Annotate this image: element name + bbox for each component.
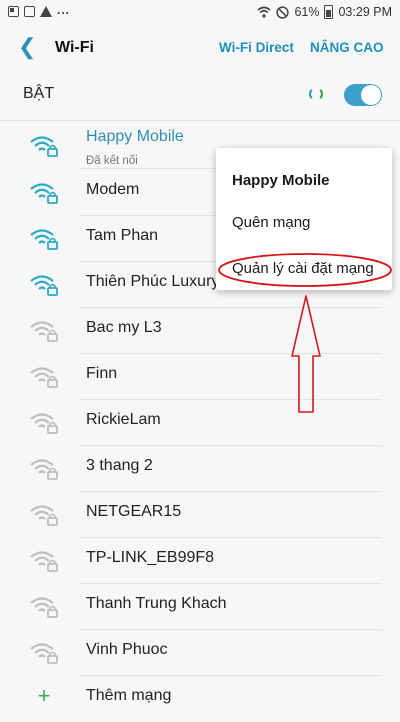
network-name: NETGEAR15 [86, 503, 182, 520]
action-bar: ❮ Wi-Fi Wi-Fi Direct NÂNG CAO [0, 28, 400, 68]
wifi-lock-icon [29, 319, 59, 343]
wifi-lock-icon [29, 227, 59, 251]
status-left-icons: ... [8, 3, 71, 17]
network-name: TP-LINK_EB99F8 [86, 549, 215, 566]
network-name: 3 thang 2 [86, 457, 153, 474]
switch-knob [361, 85, 381, 105]
wifi-switch[interactable] [344, 84, 382, 106]
network-row[interactable]: 3 thang 2 [0, 446, 400, 492]
network-name: Thiên Phúc Luxury [86, 273, 220, 290]
network-name: Happy Mobile [86, 128, 184, 145]
network-name: RickieLam [86, 411, 161, 428]
more-notifications: ... [57, 3, 71, 17]
wifi-lock-icon [29, 641, 59, 665]
network-name: Finn [86, 365, 118, 382]
context-menu-title: Happy Mobile [232, 172, 330, 189]
page-title: Wi-Fi [55, 39, 94, 56]
status-bar: ... 61% 03:29 PM [0, 0, 400, 28]
wifi-lock-icon [29, 595, 59, 619]
network-row[interactable]: NETGEAR15 [0, 492, 400, 538]
plus-icon: + [37, 683, 51, 708]
wifi-icon [257, 6, 271, 18]
network-row[interactable]: Thanh Trung Khach [0, 584, 400, 630]
wifi-lock-icon [29, 549, 59, 573]
notification-square-icon [8, 6, 19, 17]
wifi-lock-icon [29, 457, 59, 481]
back-arrow-icon[interactable]: ❮ [18, 36, 36, 58]
wifi-lock-icon [29, 503, 59, 527]
wifi-lock-icon [29, 273, 59, 297]
wifi-lock-icon [29, 134, 59, 158]
manage-network-settings-item[interactable]: Quản lý cài đặt mạng [232, 260, 374, 277]
network-row[interactable]: Bac my L3 [0, 308, 400, 354]
network-row[interactable]: Finn [0, 354, 400, 400]
network-name: Thanh Trung Khach [86, 595, 227, 612]
forget-network-item[interactable]: Quên mạng [232, 214, 310, 231]
add-network-label: Thêm mạng [86, 687, 172, 704]
network-row[interactable]: Vinh Phuoc [0, 630, 400, 676]
wifi-direct-button[interactable]: Wi-Fi Direct [219, 40, 294, 55]
network-name: Modem [86, 181, 140, 198]
wifi-lock-icon [29, 181, 59, 205]
add-network-row[interactable]: + Thêm mạng [0, 676, 400, 722]
battery-icon [324, 5, 334, 19]
divider [0, 120, 400, 121]
network-status: Đã kết nối [86, 155, 138, 167]
warning-icon [40, 6, 52, 17]
battery-percent: 61% [294, 5, 320, 19]
do-not-disturb-icon [276, 5, 290, 19]
wifi-toggle-label: BẬT [23, 85, 55, 102]
network-name: Bac my L3 [86, 319, 162, 336]
wifi-lock-icon [29, 411, 59, 435]
network-name: Tam Phan [86, 227, 159, 244]
wifi-lock-icon [29, 365, 59, 389]
notification-square-icon [24, 6, 35, 17]
network-name: Vinh Phuoc [86, 641, 168, 658]
wifi-toggle-row[interactable]: BẬT [0, 74, 400, 116]
context-menu: Happy Mobile Quên mạng Quản lý cài đặt m… [216, 148, 392, 290]
network-row[interactable]: RickieLam [0, 400, 400, 446]
status-right-icons: 61% 03:29 PM [257, 5, 392, 19]
scanning-spinner-icon [309, 87, 323, 101]
network-row[interactable]: TP-LINK_EB99F8 [0, 538, 400, 584]
advanced-button[interactable]: NÂNG CAO [310, 40, 384, 55]
clock: 03:29 PM [338, 5, 392, 19]
